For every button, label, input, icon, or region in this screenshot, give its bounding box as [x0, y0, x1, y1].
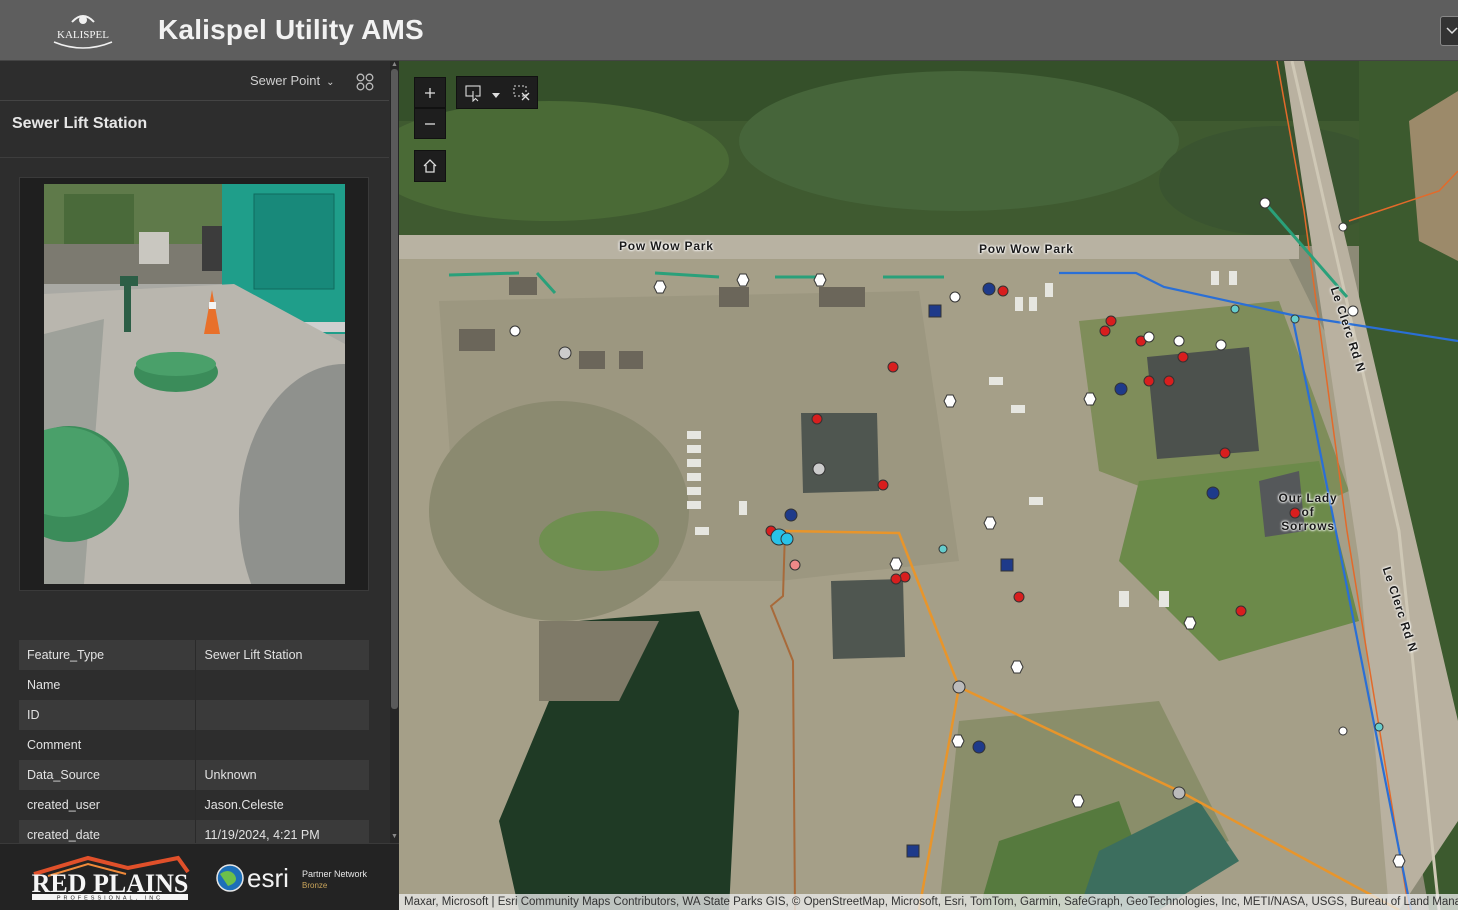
- scroll-thumb[interactable]: [391, 69, 398, 709]
- table-row: Feature_Type Sewer Lift Station: [19, 640, 369, 670]
- zoom-out-button[interactable]: [414, 108, 446, 139]
- layer-selector[interactable]: Sewer Point ⌄: [250, 73, 334, 88]
- select-by-rectangle-button[interactable]: [465, 84, 483, 107]
- red-plains-logo: RED PLAINS PROFESSIONAL, INC: [28, 854, 192, 902]
- map-label-church: Our Lady of Sorrows: [1278, 491, 1338, 533]
- grid-icon[interactable]: [356, 73, 374, 91]
- feature-title: Sewer Lift Station: [12, 115, 148, 132]
- feature-panel: Sewer Point ⌄ Sewer Lift Station Feature…: [0, 61, 399, 850]
- esri-network-text: Partner Network: [302, 869, 368, 879]
- attr-key: ID: [19, 700, 196, 730]
- attr-key: Feature_Type: [19, 640, 196, 670]
- map-label-park: Pow Wow Park: [979, 242, 1074, 256]
- map-attribution: Maxar, Microsoft | Esri Community Maps C…: [399, 894, 1458, 910]
- logo-text: KALISPEL: [57, 29, 109, 41]
- table-row: Comment: [19, 730, 369, 760]
- attr-value: [195, 700, 369, 730]
- attr-value: [195, 670, 369, 700]
- panel-scrollbar[interactable]: ▲ ▼: [390, 61, 399, 843]
- esri-text: esri: [247, 863, 289, 893]
- header-menu-button[interactable]: [1440, 16, 1458, 46]
- attr-value: Sewer Lift Station: [195, 640, 369, 670]
- attribute-table: Feature_Type Sewer Lift Station Name ID C…: [19, 640, 369, 850]
- partner-logo-text: RED PLAINS: [32, 869, 189, 898]
- attr-key: Name: [19, 670, 196, 700]
- map-label-park: Pow Wow Park: [619, 239, 714, 253]
- plus-icon: [425, 87, 435, 98]
- attr-value: Jason.Celeste: [195, 790, 369, 820]
- table-row: ID: [19, 700, 369, 730]
- attr-value: [195, 730, 369, 760]
- attr-key: Comment: [19, 730, 196, 760]
- partner-logo-sub: PROFESSIONAL, INC: [57, 896, 163, 902]
- select-tool-dropdown[interactable]: [491, 87, 501, 105]
- scroll-up-icon[interactable]: ▲: [391, 61, 398, 69]
- minus-icon: [425, 122, 435, 125]
- table-row: Name: [19, 670, 369, 700]
- home-icon: [423, 159, 437, 173]
- divider: [0, 157, 389, 158]
- attachment-frame: [19, 177, 369, 591]
- app-header: KALISPEL Kalispel Utility AMS: [0, 0, 1458, 61]
- attr-key: Data_Source: [19, 760, 196, 790]
- home-button[interactable]: [414, 150, 446, 182]
- table-row: created_user Jason.Celeste: [19, 790, 369, 820]
- map-view[interactable]: Pow Wow Park Pow Wow Park Le Clerc Rd N …: [399, 61, 1458, 910]
- imagery-basemap: [399, 61, 1458, 910]
- select-cursor-icon: [465, 85, 481, 103]
- clear-selection-button[interactable]: [513, 84, 531, 107]
- partner-logos: RED PLAINS PROFESSIONAL, INC esri Partne…: [0, 843, 399, 910]
- layer-bar: Sewer Point ⌄: [0, 61, 389, 101]
- chevron-down-icon: [1446, 27, 1458, 35]
- zoom-in-button[interactable]: [414, 77, 446, 108]
- lift-station-photo[interactable]: [44, 184, 345, 584]
- attr-key: created_user: [19, 790, 196, 820]
- clear-selection-icon: [513, 85, 530, 101]
- layer-selector-label: Sewer Point: [250, 73, 321, 88]
- selection-toolbar: [456, 76, 538, 109]
- kalispel-logo: KALISPEL: [50, 8, 116, 54]
- app-title: Kalispel Utility AMS: [158, 14, 424, 45]
- scroll-down-icon[interactable]: ▼: [391, 833, 398, 841]
- esri-partner-logo: esri Partner Network Bronze: [214, 860, 374, 896]
- chevron-down-icon: ⌄: [326, 77, 335, 88]
- table-row: Data_Source Unknown: [19, 760, 369, 790]
- attr-value: Unknown: [195, 760, 369, 790]
- esri-tier-text: Bronze: [302, 881, 328, 890]
- caret-down-icon: [492, 93, 500, 98]
